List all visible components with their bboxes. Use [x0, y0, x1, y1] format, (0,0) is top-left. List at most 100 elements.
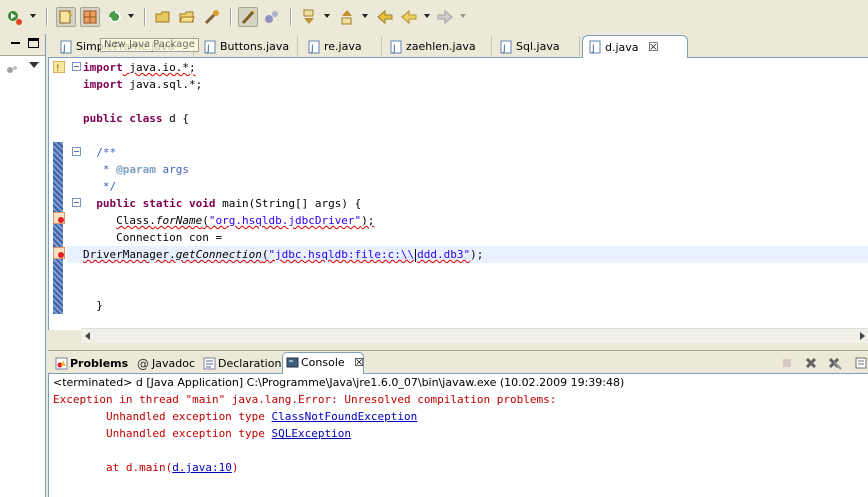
debug-run-icon[interactable]	[6, 8, 24, 26]
pane-header	[0, 34, 45, 56]
forward-icon[interactable]	[436, 8, 454, 26]
main-toolbar	[0, 0, 868, 34]
toolbar-tooltip: New Java Package	[100, 38, 199, 52]
svg-text:J: J	[502, 44, 506, 54]
tab-re[interactable]: J re.java	[302, 36, 382, 58]
console-status: <terminated> d [Java Application] C:\Pro…	[53, 376, 625, 389]
horizontal-scrollbar[interactable]	[81, 328, 868, 343]
tab-console[interactable]: Console ☒	[282, 352, 364, 375]
tab-sql[interactable]: J Sql.java	[494, 36, 580, 58]
exception-link[interactable]: ClassNotFoundException	[272, 410, 418, 423]
code-line: import java.sql.*;	[83, 78, 203, 91]
java-file-icon: J	[390, 40, 402, 54]
toolbar-separator	[290, 8, 292, 26]
code-line: /**	[83, 146, 117, 159]
range-indicator	[53, 142, 63, 314]
svg-text:J: J	[392, 44, 396, 54]
text-caret	[415, 248, 417, 262]
fold-toggle-icon[interactable]	[72, 198, 81, 207]
scroll-right-icon[interactable]	[860, 332, 865, 340]
tab-problems[interactable]: Problems	[52, 354, 132, 374]
collapse-all-icon[interactable]	[6, 64, 18, 76]
new-java-package-icon[interactable]	[56, 7, 76, 27]
code-editor[interactable]: ! import java.io.*; import java.sql.*; p…	[48, 58, 868, 343]
fold-toggle-icon[interactable]	[72, 62, 81, 71]
back-icon[interactable]	[400, 8, 418, 26]
next-annotation-icon[interactable]	[300, 8, 318, 26]
remove-all-terminated-icon[interactable]	[828, 356, 842, 370]
console-line: at d.main(d.java:10)	[53, 461, 239, 474]
console-line: Exception in thread "main" java.lang.Err…	[53, 393, 557, 406]
forward-dropdown-icon[interactable]	[460, 14, 466, 18]
mark-occurrences-icon[interactable]	[238, 7, 258, 27]
tab-label: Buttons.java	[220, 40, 290, 53]
open-resource-icon[interactable]	[178, 8, 196, 26]
error-marker-icon[interactable]	[53, 247, 65, 259]
problems-icon	[55, 357, 68, 370]
fold-toggle-icon[interactable]	[72, 147, 81, 156]
tab-label: Problems	[70, 357, 129, 370]
error-marker-icon[interactable]	[53, 212, 65, 224]
code-line: }	[83, 299, 103, 312]
tab-label: zaehlen.java	[406, 40, 476, 53]
maximize-icon[interactable]	[28, 38, 39, 48]
exception-link[interactable]: SQLException	[272, 427, 351, 440]
last-edit-location-icon[interactable]	[376, 8, 394, 26]
run-dropdown-icon[interactable]	[128, 14, 134, 18]
code-line: * @param args	[83, 163, 189, 176]
bottom-panel-tabs: Problems @ Javadoc Declaration Console ☒	[48, 350, 868, 375]
java-file-icon: J	[589, 40, 601, 54]
java-file-icon: J	[308, 40, 320, 54]
remove-launch-icon[interactable]	[804, 356, 818, 370]
previous-annotation-icon[interactable]	[338, 8, 356, 26]
code-line: */	[83, 180, 117, 193]
java-file-icon: J	[204, 40, 216, 54]
code-line: DriverManager.getConnection("jdbc.hsqldb…	[83, 248, 484, 262]
close-tab-icon[interactable]: ☒	[648, 40, 659, 54]
debug-dropdown-icon[interactable]	[30, 14, 36, 18]
console-line: Unhandled exception type SQLException	[53, 427, 352, 440]
svg-text:J: J	[591, 44, 595, 54]
previous-annotation-dropdown-icon[interactable]	[362, 14, 368, 18]
stacktrace-link[interactable]: d.java:10	[172, 461, 232, 474]
terminate-icon[interactable]	[780, 356, 794, 370]
console-menu-icon[interactable]	[854, 356, 868, 370]
scroll-left-icon[interactable]	[85, 332, 90, 340]
minimize-icon[interactable]	[11, 42, 20, 44]
svg-text:J: J	[310, 44, 314, 54]
tab-label: Declaration	[218, 357, 282, 370]
next-annotation-dropdown-icon[interactable]	[324, 14, 330, 18]
declaration-icon	[203, 357, 216, 370]
java-file-icon: J	[60, 40, 72, 54]
overview-ruler	[49, 58, 67, 330]
view-menu-icon[interactable]	[29, 62, 39, 68]
toolbar-separator	[144, 8, 146, 26]
tab-buttons[interactable]: J Buttons.java	[198, 36, 298, 58]
open-type-icon[interactable]	[154, 8, 172, 26]
code-line: Class.forName("org.hsqldb.jdbcDriver");	[116, 214, 375, 227]
back-dropdown-icon[interactable]	[424, 14, 430, 18]
toolbar-separator	[230, 8, 232, 26]
tab-label: Sql.java	[516, 40, 560, 53]
tab-label: d.java	[605, 41, 639, 54]
tab-d[interactable]: J d.java ☒	[582, 35, 688, 59]
console-icon	[286, 357, 299, 368]
tab-javadoc[interactable]: @ Javadoc	[134, 354, 198, 374]
run-external-icon[interactable]	[106, 8, 124, 26]
tab-zaehlen[interactable]: J zaehlen.java	[384, 36, 492, 58]
at-sign-icon: @	[137, 357, 149, 371]
close-tab-icon[interactable]: ☒	[354, 356, 364, 369]
console-output[interactable]: <terminated> d [Java Application] C:\Pro…	[48, 374, 868, 497]
code-line: public static void main(String[] args) {	[96, 197, 362, 210]
package-explorer-pane	[0, 34, 46, 497]
tab-label: Console	[301, 356, 345, 369]
code-line: Connection con =	[116, 231, 223, 244]
new-java-class-icon[interactable]	[80, 7, 100, 27]
code-line: import java.io.*;	[83, 61, 196, 74]
java-file-icon: J	[500, 40, 512, 54]
search-icon[interactable]	[203, 8, 221, 26]
tab-label: Javadoc	[152, 357, 195, 370]
tab-declaration[interactable]: Declaration	[200, 354, 282, 374]
toggle-breadcrumb-icon[interactable]	[263, 8, 281, 26]
warning-marker-icon[interactable]: !	[53, 61, 65, 73]
